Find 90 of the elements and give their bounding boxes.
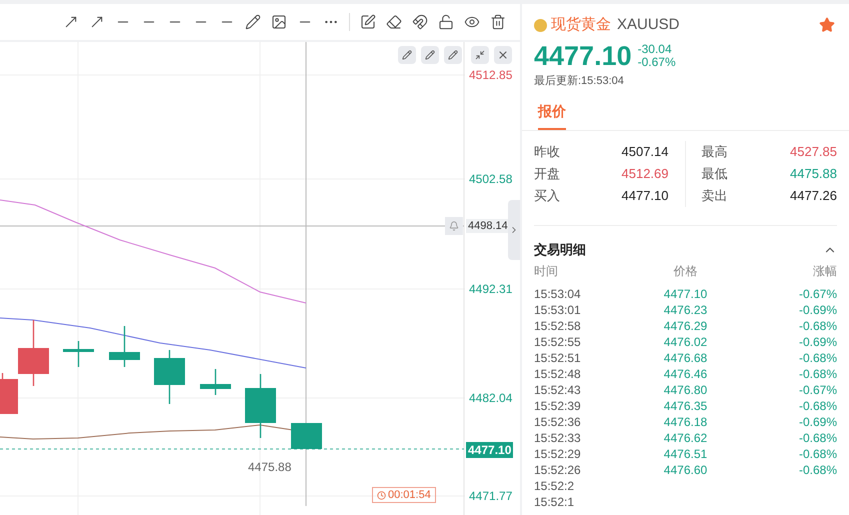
pencil-icon[interactable]	[421, 46, 439, 64]
stat-label: 最高	[702, 143, 728, 161]
trade-time: 15:52:33	[534, 430, 582, 446]
magnet-icon[interactable]	[412, 14, 428, 30]
stat-label: 开盘	[534, 165, 560, 183]
candlestick	[63, 341, 94, 367]
stat-value: 4512.69	[622, 165, 668, 183]
stat-label: 昨收	[534, 143, 560, 161]
panel-handle[interactable]	[508, 200, 520, 260]
price-axis-label: 4492.31	[469, 283, 512, 295]
stat-value: 4477.26	[790, 187, 837, 205]
stat-value: 4477.10	[622, 187, 668, 205]
trade-time: 15:52:43	[534, 382, 582, 398]
countdown-badge: 00:01:54	[372, 487, 436, 503]
trade-price: 4476.46	[662, 366, 708, 382]
trade-time: 15:52:55	[534, 334, 582, 350]
trade-time: 15:52:2	[534, 478, 576, 494]
crosshair-price-label: 4498.14	[466, 219, 510, 233]
candlestick	[109, 326, 140, 367]
trade-change: -0.69%	[798, 414, 837, 430]
trade-change: -0.68%	[798, 430, 837, 446]
stat-label: 买入	[534, 187, 560, 205]
trade-change: -0.68%	[798, 462, 837, 478]
trade-time: 15:52:1	[534, 494, 576, 510]
shrink-icon[interactable]	[471, 46, 489, 64]
instrument-name: 现货黄金	[551, 15, 611, 35]
eraser-icon[interactable]	[386, 14, 402, 30]
favorite-icon[interactable]	[819, 17, 835, 34]
price-axis-label: 4512.85	[469, 69, 512, 81]
trash-icon[interactable]	[490, 14, 506, 30]
trade-change: -0.69%	[798, 302, 837, 318]
arrow-icon[interactable]	[63, 14, 79, 30]
unlock-icon[interactable]	[438, 14, 454, 30]
trade-change: -0.68%	[798, 398, 837, 414]
image-icon[interactable]	[271, 14, 287, 30]
low-price-label: 4475.88	[248, 459, 292, 476]
trade-change: -0.68%	[798, 350, 837, 366]
stat-value: 4507.14	[622, 143, 668, 161]
trade-time: 15:52:48	[534, 366, 582, 382]
candlestick	[245, 374, 276, 438]
trade-price: 4476.02	[662, 334, 708, 350]
current-price-label: 4477.10	[466, 442, 514, 458]
trade-price: 4476.60	[662, 462, 708, 478]
price-axis-label: 4502.58	[469, 173, 512, 185]
trade-price: 4476.35	[662, 398, 708, 414]
trade-time: 15:52:36	[534, 414, 582, 430]
trade-change: -0.68%	[798, 366, 837, 382]
last-updated: 最后更新:15:53:04	[534, 74, 625, 88]
price-axis-label: 4482.04	[469, 392, 512, 404]
trade-price: 4476.18	[662, 414, 708, 430]
column-header: 价格	[672, 262, 698, 280]
trade-time: 15:53:01	[534, 302, 582, 318]
trade-price: 4476.68	[662, 350, 708, 366]
candlestick	[154, 350, 185, 404]
edit-icon[interactable]	[360, 14, 376, 30]
trade-time: 15:52:51	[534, 350, 582, 366]
stat-label: 最低	[702, 165, 728, 183]
trade-change: -0.69%	[798, 334, 837, 350]
trade-price: 4476.29	[662, 318, 708, 334]
price-change-percent: -0.67%	[638, 56, 676, 68]
trade-price: 4476.23	[662, 302, 708, 318]
column-header: 涨幅	[812, 262, 837, 280]
stat-value: 4527.85	[790, 143, 837, 161]
trade-price: 4476.80	[662, 382, 708, 398]
quote-tab[interactable]: 报价	[538, 101, 566, 130]
trade-time: 15:52:58	[534, 318, 582, 334]
candlestick	[291, 423, 322, 449]
trade-time: 15:52:39	[534, 398, 582, 414]
stat-label: 卖出	[702, 187, 728, 205]
last-price: 4477.10	[534, 40, 632, 72]
stat-value: 4475.88	[790, 165, 837, 183]
trade-price: 4477.10	[662, 286, 708, 302]
trade-change: -0.68%	[798, 318, 837, 334]
trade-change: -0.67%	[798, 286, 837, 302]
trade-price: 4476.62	[662, 430, 708, 446]
candlestick	[200, 369, 231, 395]
trade-time: 15:52:29	[534, 446, 582, 462]
price-change: -30.04	[638, 42, 673, 56]
coin-icon	[534, 18, 547, 32]
price-axis-label: 4471.77	[469, 490, 512, 502]
column-header: 时间	[534, 262, 559, 280]
eye-icon[interactable]	[464, 14, 480, 30]
instrument-symbol: XAUUSD	[617, 15, 680, 35]
trade-change: -0.67%	[798, 382, 837, 398]
trade-change: -0.68%	[798, 446, 837, 462]
trade-time: 15:52:26	[534, 462, 582, 478]
close-icon[interactable]	[494, 46, 512, 64]
trade-time: 15:53:04	[534, 286, 582, 302]
trade-price: 4476.51	[662, 446, 708, 462]
trades-title: 交易明细	[534, 241, 586, 259]
